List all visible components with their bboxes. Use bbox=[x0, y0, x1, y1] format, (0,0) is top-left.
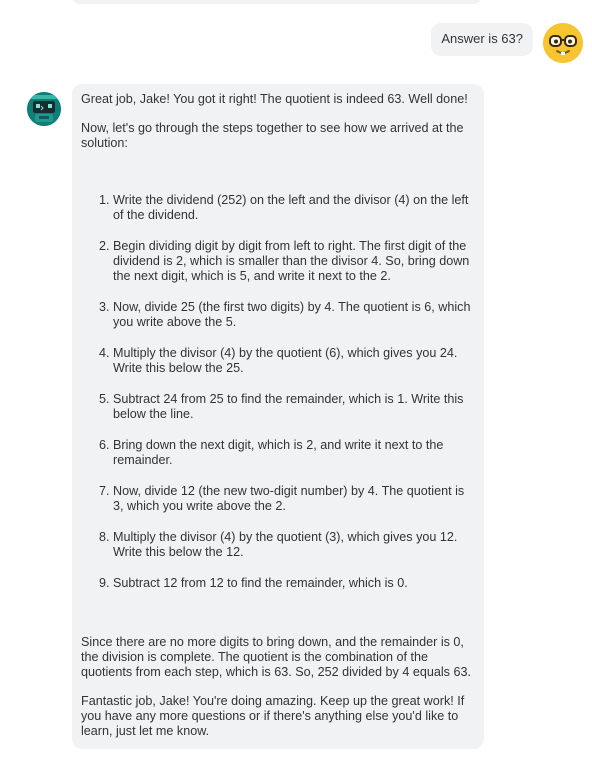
division-steps-list: Write the dividend (252) on the left and… bbox=[81, 193, 475, 591]
step-item: Begin dividing digit by digit from left … bbox=[113, 239, 475, 284]
step-item: Now, divide 12 (the new two-digit number… bbox=[113, 484, 475, 514]
bot-greeting: Great job, Jake! You got it right! The q… bbox=[81, 92, 468, 106]
step-item: Now, divide 25 (the first two digits) by… bbox=[113, 300, 475, 330]
step-item: Multiply the divisor (4) by the quotient… bbox=[113, 530, 475, 560]
step-item: Subtract 12 from 12 to find the remainde… bbox=[113, 576, 475, 591]
bot-conclusion: Since there are no more digits to bring … bbox=[81, 635, 471, 679]
step-item: Write the dividend (252) on the left and… bbox=[113, 193, 475, 223]
nerd-glasses-emoji-icon bbox=[543, 23, 583, 63]
bot-intro: Now, let's go through the steps together… bbox=[81, 121, 464, 150]
bot-closing: Fantastic job, Jake! You're doing amazin… bbox=[81, 694, 465, 738]
user-message-bubble: Answer is 63? bbox=[431, 23, 533, 56]
bot-message-bubble: Great job, Jake! You got it right! The q… bbox=[72, 84, 484, 749]
previous-message-bubble bbox=[72, 0, 482, 4]
robot-icon bbox=[27, 92, 61, 126]
step-item: Subtract 24 from 25 to find the remainde… bbox=[113, 392, 475, 422]
step-item: Bring down the next digit, which is 2, a… bbox=[113, 438, 475, 468]
user-avatar bbox=[543, 23, 583, 63]
user-message-text: Answer is 63? bbox=[441, 31, 523, 46]
step-item: Multiply the divisor (4) by the quotient… bbox=[113, 346, 475, 376]
bot-avatar bbox=[27, 92, 61, 126]
